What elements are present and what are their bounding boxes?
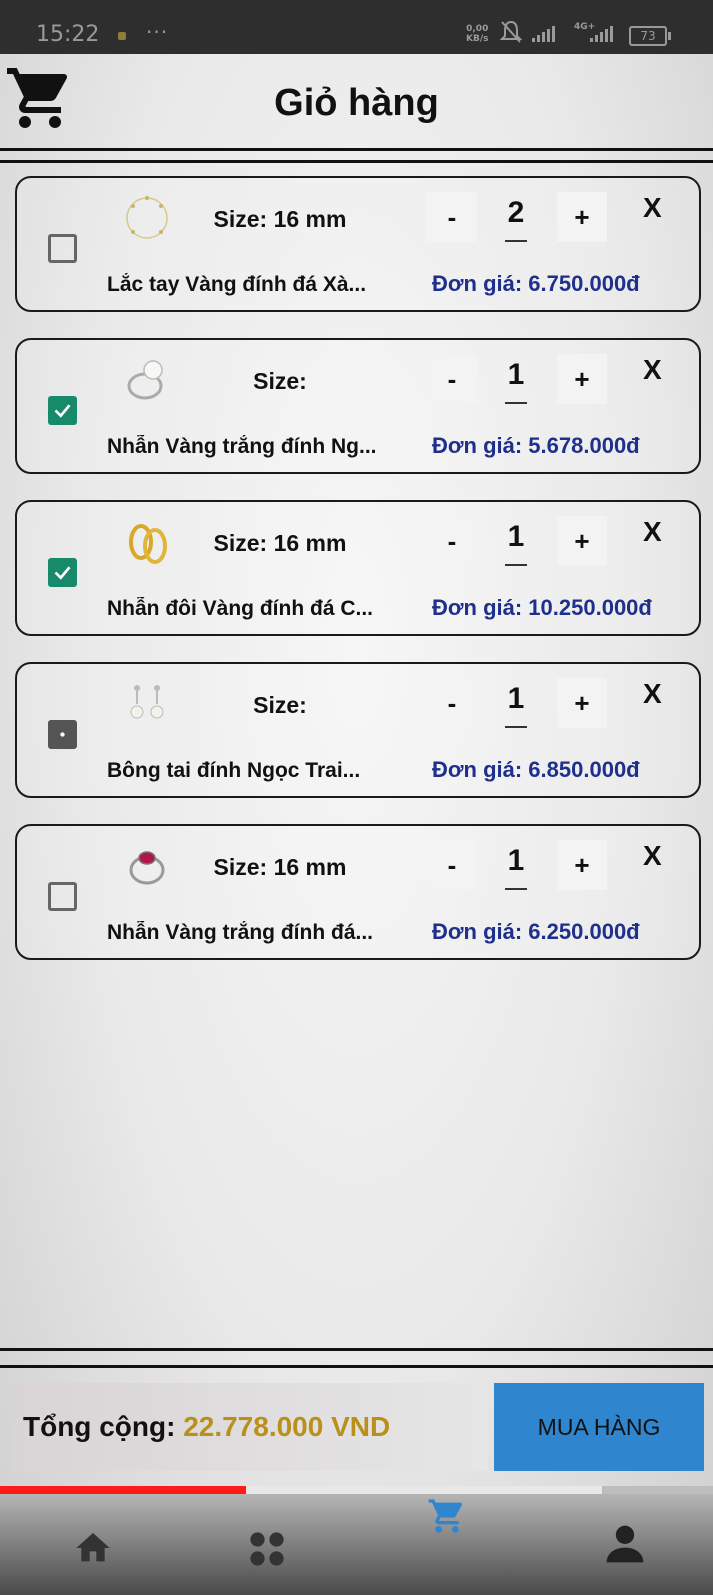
increase-quantity-button[interactable]: +	[557, 840, 607, 890]
bracelet-icon	[117, 188, 177, 248]
decrease-quantity-button[interactable]: -	[427, 516, 477, 566]
cart-item: Size: 16 mm Nhẫn Vàng trắng đính đá... Đ…	[15, 824, 701, 960]
notification-dot-icon	[118, 32, 126, 40]
partial-check-icon	[60, 732, 65, 737]
total-value: 22.778.000 VND	[183, 1411, 391, 1442]
select-checkbox[interactable]	[48, 558, 77, 587]
item-price: Đơn giá: 10.250.000đ	[432, 595, 652, 620]
user-icon	[606, 1525, 644, 1563]
select-checkbox[interactable]	[48, 234, 77, 263]
network-speed-value: 0,00	[466, 24, 489, 34]
item-price: Đơn giá: 5.678.000đ	[432, 433, 640, 458]
cart-item: Size: 16 mm Nhẫn đôi Vàng đính đá C... Đ…	[15, 500, 701, 636]
header-divider-2	[0, 160, 713, 163]
quantity-underline	[505, 240, 527, 242]
select-checkbox[interactable]	[48, 396, 77, 425]
item-size: Size:	[253, 692, 307, 718]
item-name[interactable]: Nhẫn đôi Vàng đính đá C...	[107, 597, 397, 621]
quantity-value[interactable]: 1	[501, 682, 531, 716]
select-checkbox[interactable]	[48, 882, 77, 911]
progress-fill	[0, 1486, 246, 1494]
item-size: Size: 16 mm	[213, 206, 347, 232]
signal-icon	[532, 24, 558, 48]
pearl-ring-icon	[117, 350, 177, 410]
remove-item-button[interactable]: X	[643, 678, 662, 710]
item-price: Đơn giá: 6.750.000đ	[432, 271, 640, 296]
item-size: Size:	[253, 368, 307, 394]
home-icon	[76, 1533, 110, 1562]
item-price: Đơn giá: 6.850.000đ	[432, 757, 640, 782]
quantity-value[interactable]: 1	[501, 520, 531, 554]
nav-categories[interactable]	[210, 1494, 330, 1595]
bottom-nav	[0, 1494, 713, 1595]
item-size: Size: 16 mm	[213, 530, 347, 556]
cart-icon	[428, 1499, 463, 1533]
nav-profile[interactable]	[563, 1494, 683, 1595]
pearl-earrings-icon	[117, 674, 177, 734]
cart-list: Size: 16 mm Lắc tay Vàng đính đá Xà... Đ…	[15, 176, 703, 986]
total-label: Tổng cộng:	[23, 1411, 184, 1442]
app-header: Giỏ hàng	[0, 54, 713, 150]
decrease-quantity-button[interactable]: -	[427, 840, 477, 890]
remove-item-button[interactable]: X	[643, 192, 662, 224]
network-speed: 0,00 KB/s	[466, 24, 488, 44]
increase-quantity-button[interactable]: +	[557, 516, 607, 566]
check-icon	[54, 404, 71, 418]
buy-button[interactable]: MUA HÀNG	[494, 1383, 704, 1471]
item-name[interactable]: Bông tai đính Ngọc Trai...	[107, 759, 397, 783]
battery-icon: 73	[629, 26, 671, 46]
quantity-underline	[505, 564, 527, 566]
footer-divider	[0, 1348, 713, 1351]
item-price: Đơn giá: 6.250.000đ	[432, 919, 640, 944]
grid-icon	[250, 1532, 284, 1566]
cart-item: Size: Nhẫn Vàng trắng đính Ng... Đơn giá…	[15, 338, 701, 474]
bell-muted-icon	[499, 20, 523, 48]
quantity-underline	[505, 888, 527, 890]
network-speed-unit: KB/s	[466, 34, 489, 44]
check-icon	[54, 566, 71, 580]
total-bar: Tổng cộng: 22.778.000 VND	[12, 1383, 488, 1471]
increase-quantity-button[interactable]: +	[557, 678, 607, 728]
more-notifications-icon: ···	[146, 20, 169, 44]
item-size: Size: 16 mm	[213, 854, 347, 880]
item-name[interactable]: Nhẫn Vàng trắng đính Ng...	[107, 435, 397, 459]
status-time: 15:22	[36, 22, 100, 47]
progress-end-segment	[602, 1486, 713, 1494]
cart-item: Size: Bông tai đính Ngọc Trai... Đơn giá…	[15, 662, 701, 798]
header-divider	[0, 148, 713, 151]
total-text: Tổng cộng: 22.778.000 VND	[23, 1411, 390, 1443]
quantity-value[interactable]: 1	[501, 844, 531, 878]
nav-cart[interactable]	[387, 1494, 507, 1595]
nav-home[interactable]	[33, 1494, 153, 1595]
increase-quantity-button[interactable]: +	[557, 192, 607, 242]
increase-quantity-button[interactable]: +	[557, 354, 607, 404]
cart-item: Size: 16 mm Lắc tay Vàng đính đá Xà... Đ…	[15, 176, 701, 312]
status-bar: 15:22 ··· 0,00 KB/s 4G+ 73	[0, 0, 713, 54]
page-title: Giỏ hàng	[274, 82, 439, 124]
ruby-ring-icon	[117, 836, 177, 896]
remove-item-button[interactable]: X	[643, 840, 662, 872]
progress-bar	[0, 1486, 713, 1494]
decrease-quantity-button[interactable]: -	[427, 192, 477, 242]
footer-divider-2	[0, 1365, 713, 1368]
decrease-quantity-button[interactable]: -	[427, 678, 477, 728]
quantity-value[interactable]: 2	[501, 196, 531, 230]
remove-item-button[interactable]: X	[643, 516, 662, 548]
remove-item-button[interactable]: X	[643, 354, 662, 386]
decrease-quantity-button[interactable]: -	[427, 354, 477, 404]
item-name[interactable]: Nhẫn Vàng trắng đính đá...	[107, 921, 397, 945]
item-name[interactable]: Lắc tay Vàng đính đá Xà...	[107, 273, 397, 297]
quantity-underline	[505, 726, 527, 728]
quantity-value[interactable]: 1	[501, 358, 531, 392]
signal-icon-2	[590, 24, 616, 48]
couple-rings-icon	[117, 512, 177, 572]
select-checkbox[interactable]	[48, 720, 77, 749]
quantity-underline	[505, 402, 527, 404]
